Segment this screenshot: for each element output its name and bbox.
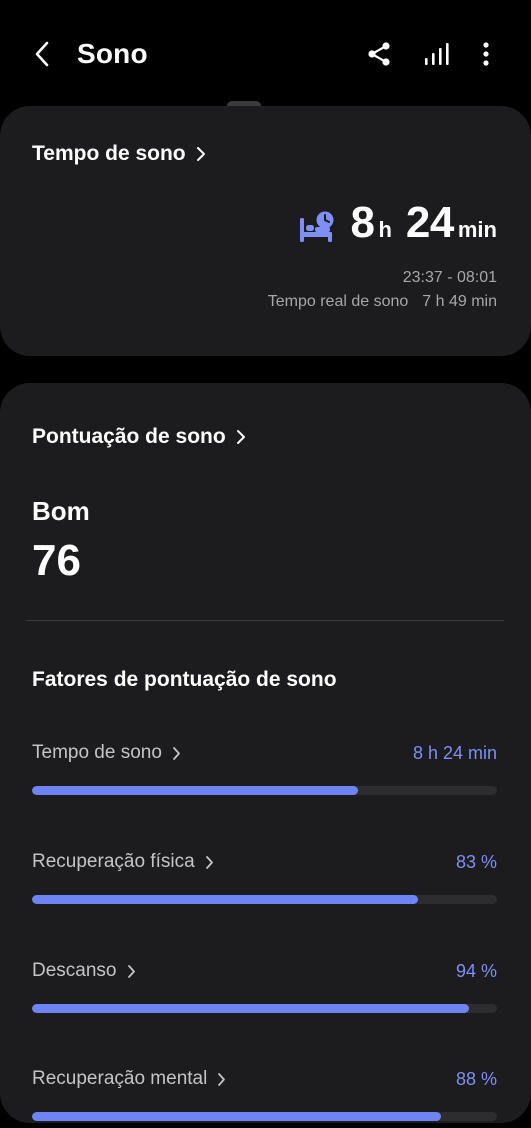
factor-value: 94 % xyxy=(455,961,497,981)
signal-bars-icon xyxy=(425,43,449,65)
factor-row-physical-recovery[interactable]: Recuperação física 83 % xyxy=(32,851,497,911)
statistics-button[interactable] xyxy=(418,36,454,72)
factor-label: Tempo de sono xyxy=(32,742,181,764)
factor-label: Recuperação mental xyxy=(32,1068,226,1090)
more-options-button[interactable] xyxy=(468,36,504,72)
sleep-duration: 8 h 24 min xyxy=(298,198,497,248)
sleep-hours: 8 xyxy=(350,198,375,247)
sleep-minutes: 24 xyxy=(405,198,454,247)
progress-track xyxy=(32,1004,497,1013)
back-button[interactable] xyxy=(26,36,58,72)
chevron-right-icon xyxy=(236,429,246,445)
page-title: Sono xyxy=(77,38,148,69)
factor-name: Recuperação física xyxy=(32,851,195,872)
factor-row-rest[interactable]: Descanso 94 % xyxy=(32,960,497,1020)
chevron-right-icon xyxy=(196,146,206,162)
progress-track xyxy=(32,786,497,795)
factor-name: Descanso xyxy=(32,960,117,981)
share-icon xyxy=(368,42,390,66)
divider xyxy=(26,620,504,621)
chevron-right-icon xyxy=(127,964,136,979)
sleep-time-title: Tempo de sono xyxy=(32,142,186,165)
chevron-left-icon xyxy=(35,41,49,67)
sleep-score-header[interactable]: Pontuação de sono xyxy=(32,425,246,449)
factor-row-mental-recovery[interactable]: Recuperação mental 88 % xyxy=(32,1068,497,1128)
factor-value: 83 % xyxy=(455,852,497,872)
real-sleep-row: Tempo real de sono 7 h 49 min xyxy=(268,293,497,311)
progress-track xyxy=(32,895,497,904)
bed-clock-icon xyxy=(298,210,336,244)
chevron-right-icon xyxy=(217,1072,226,1087)
progress-fill xyxy=(32,1112,442,1121)
share-button[interactable] xyxy=(361,36,397,72)
factor-label: Descanso xyxy=(32,960,136,982)
more-vertical-icon xyxy=(483,42,489,66)
sleep-score-title: Pontuação de sono xyxy=(32,425,226,448)
hours-unit: h xyxy=(378,217,392,242)
factor-name: Recuperação mental xyxy=(32,1068,208,1089)
sleep-time-header[interactable]: Tempo de sono xyxy=(32,142,206,166)
factor-name: Tempo de sono xyxy=(32,742,162,763)
progress-track xyxy=(32,1112,497,1121)
real-sleep-label: Tempo real de sono xyxy=(267,293,409,310)
factors-title: Fatores de pontuação de sono xyxy=(32,668,337,691)
score-value: 76 xyxy=(32,536,81,585)
progress-fill xyxy=(32,786,358,795)
chevron-right-icon xyxy=(172,746,181,761)
factor-row-sleep-time[interactable]: Tempo de sono 8 h 24 min xyxy=(32,742,497,802)
app-header: Sono xyxy=(0,0,531,108)
progress-fill xyxy=(32,1004,470,1013)
sleep-time-range: 23:37 - 08:01 xyxy=(402,269,497,286)
real-sleep-value: 7 h 49 min xyxy=(422,293,497,310)
factor-label: Recuperação física xyxy=(32,851,214,873)
minutes-unit: min xyxy=(457,217,497,242)
score-rating: Bom xyxy=(32,496,90,526)
factor-value: 8 h 24 min xyxy=(412,743,497,763)
progress-fill xyxy=(32,895,418,904)
chevron-right-icon xyxy=(205,855,214,870)
